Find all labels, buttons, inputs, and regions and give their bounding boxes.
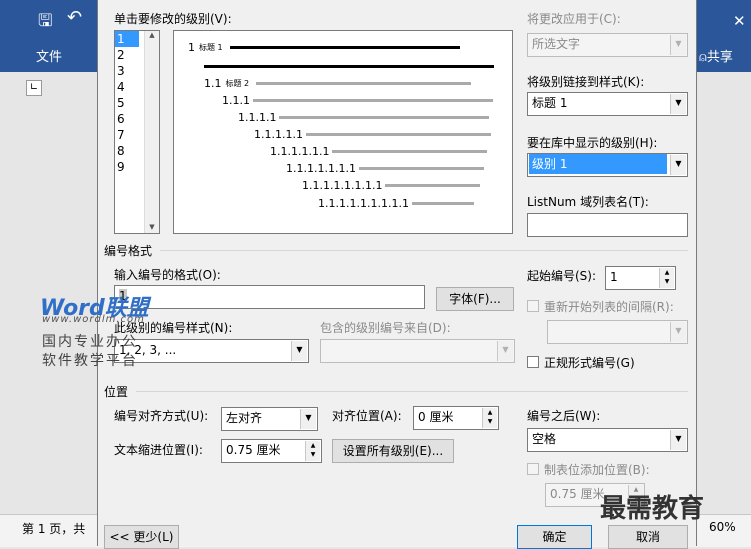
aligned-at-label: 对齐位置(A): (332, 409, 402, 423)
include-level-label: 包含的级别编号来自(D): (320, 321, 451, 335)
cancel-button[interactable]: 取消 (608, 525, 688, 549)
chevron-down-icon: ▼ (670, 322, 686, 342)
set-all-levels-button[interactable]: 设置所有级别(E)... (332, 439, 454, 463)
indent-input[interactable]: 0.75 厘米 ▲ ▼ (221, 439, 322, 463)
chevron-down-icon: ▼ (497, 341, 513, 361)
start-at-label: 起始编号(S): (527, 269, 597, 283)
restart-label: 重新开始列表的间隔(R): (544, 300, 674, 314)
gallery-level-select[interactable]: 级别 1 ▼ (527, 153, 688, 177)
restart-select[interactable]: ▼ (547, 320, 688, 344)
spinner-icon[interactable]: ▲ ▼ (659, 268, 674, 288)
font-button[interactable]: 字体(F)... (436, 287, 514, 311)
wordlm-url: www.wordlm.com (42, 314, 145, 325)
save-icon[interactable]: 🖫 (38, 8, 52, 37)
undo-icon[interactable]: ↶ (67, 7, 82, 28)
level-item[interactable]: 1 (115, 31, 139, 47)
preview-row: 1.1.1.1.1 (254, 128, 491, 141)
share-button[interactable]: ⍝共享 (699, 46, 733, 65)
apply-to-label: 将更改应用于(C): (527, 12, 621, 26)
spinner-icon[interactable]: ▲ ▼ (482, 408, 497, 428)
preview-row: 1.1 标题 2 (204, 77, 472, 90)
number-format-input[interactable]: 1 (114, 285, 425, 309)
alignment-select[interactable]: 左对齐 ▼ (221, 407, 318, 431)
preview-row: 1.1.1.1.1.1.1.1 (302, 179, 481, 192)
corner-watermark: 最需教育 (600, 494, 705, 524)
chevron-down-icon: ▼ (670, 430, 686, 450)
legal-style-label: 正规形式编号(G) (544, 356, 635, 370)
scroll-up-icon[interactable]: ▲ (145, 31, 159, 39)
listnum-label: ListNum 域列表名(T): (527, 195, 649, 209)
click-level-label: 单击要修改的级别(V): (114, 12, 232, 26)
close-icon[interactable]: ✕ (733, 12, 746, 30)
spinner-icon[interactable]: ▲ ▼ (305, 441, 320, 461)
wordlm-line1: 国内专业办公 (42, 334, 138, 350)
level-list[interactable]: 1 2 3 4 5 6 7 8 9 ▲ ▼ (114, 30, 160, 234)
person-icon: ⍝ (699, 50, 707, 65)
legal-style-checkbox[interactable] (527, 356, 539, 368)
chevron-down-icon: ▼ (670, 94, 686, 114)
indent-label: 文本缩进位置(I): (114, 443, 203, 457)
preview-row: 1.1.1.1 (238, 111, 490, 124)
preview-row: 1.1.1 (222, 94, 493, 107)
preview-row (204, 65, 494, 68)
gallery-level-label: 要在库中显示的级别(H): (527, 136, 658, 150)
include-level-select[interactable]: ▼ (320, 339, 515, 363)
enter-format-label: 输入编号的格式(O): (114, 268, 221, 282)
tab-selector-icon[interactable]: ∟ (26, 80, 42, 96)
chevron-down-icon: ▼ (300, 409, 316, 429)
file-tab[interactable]: 文件 (36, 46, 62, 65)
link-style-select[interactable]: 标题 1 ▼ (527, 92, 688, 116)
tab-stop-label: 制表位添加位置(B): (544, 463, 650, 477)
preview-row: 1.1.1.1.1.1 (270, 145, 488, 158)
wordlm-line2: 软件教学平台 (42, 353, 138, 369)
tab-stop-checkbox[interactable] (527, 463, 539, 475)
define-multilevel-list-dialog: 单击要修改的级别(V): 1 2 3 4 5 6 7 8 9 ▲ ▼ 1 标题 … (97, 0, 697, 549)
level-preview: 1 标题 1 1.1 标题 2 1.1.1 1.1.1.1 1.1.1.1.1 … (173, 30, 513, 234)
number-format-section: 编号格式 (104, 244, 153, 258)
level-list-scrollbar[interactable]: ▲ ▼ (144, 31, 159, 233)
link-style-label: 将级别链接到样式(K): (527, 75, 645, 89)
preview-row: 1.1.1.1.1.1.1.1.1 (318, 197, 474, 210)
apply-to-select[interactable]: 所选文字 ▼ (527, 33, 688, 57)
chevron-down-icon: ▼ (291, 341, 307, 361)
preview-row: 1 标题 1 (188, 41, 460, 54)
word-right-pane (695, 72, 751, 546)
less-button[interactable]: << 更少(L) (104, 525, 179, 549)
follow-number-select[interactable]: 空格 ▼ (527, 428, 688, 452)
ok-button[interactable]: 确定 (517, 525, 592, 549)
preview-row: 1.1.1.1.1.1.1 (286, 162, 484, 175)
alignment-label: 编号对齐方式(U): (114, 409, 209, 423)
scroll-down-icon[interactable]: ▼ (145, 223, 159, 231)
aligned-at-input[interactable]: 0 厘米 ▲ ▼ (413, 406, 499, 430)
chevron-down-icon: ▼ (670, 35, 686, 55)
zoom-level[interactable]: 60% (709, 520, 736, 534)
position-section: 位置 (104, 385, 129, 399)
chevron-down-icon: ▼ (670, 155, 686, 175)
number-style-select[interactable]: 1, 2, 3, ... ▼ (114, 339, 309, 363)
follow-number-label: 编号之后(W): (527, 409, 601, 423)
listnum-input[interactable] (527, 213, 688, 237)
restart-checkbox[interactable] (527, 300, 539, 312)
start-at-input[interactable]: 1 ▲ ▼ (605, 266, 676, 290)
status-page: 第 1 页，共 (22, 522, 86, 536)
